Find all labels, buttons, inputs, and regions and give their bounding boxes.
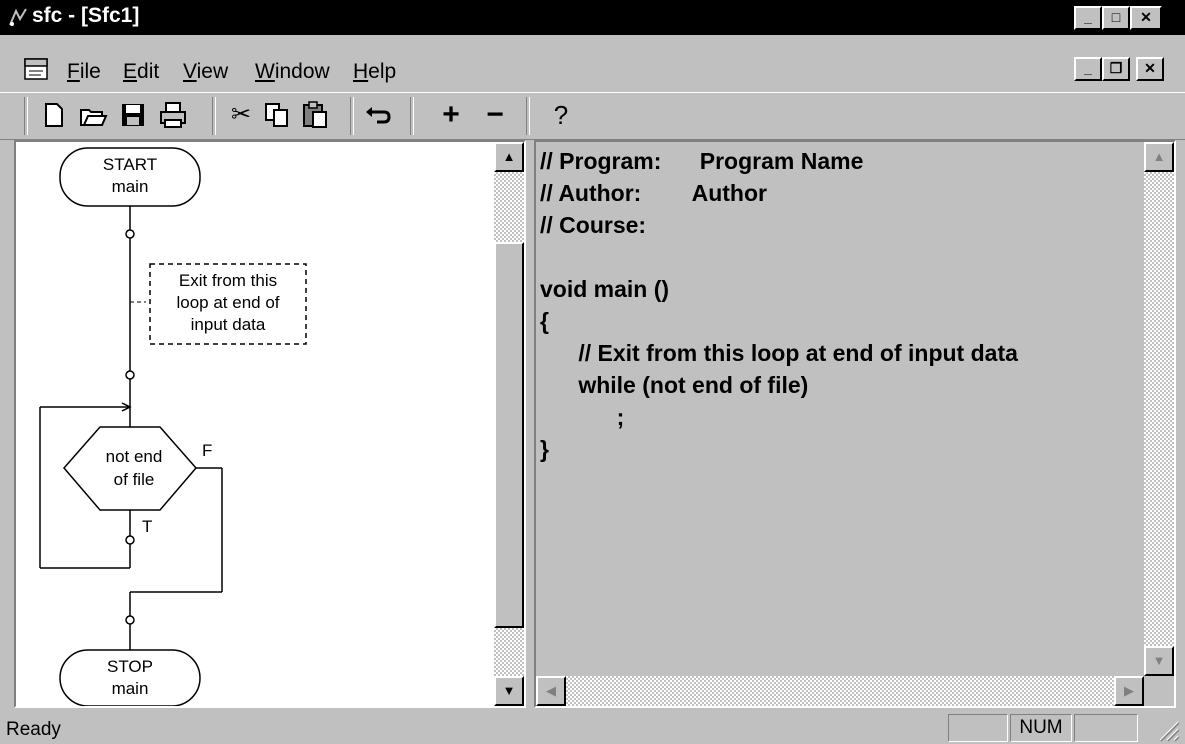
cut-icon[interactable]: ✂ xyxy=(226,100,256,130)
false-branch-label: F xyxy=(202,441,212,460)
open-folder-icon[interactable] xyxy=(78,100,108,130)
code-line[interactable]: void main () xyxy=(540,276,669,303)
decision-label: not end xyxy=(106,447,163,466)
connector-dot xyxy=(125,370,135,380)
stop-label: STOP xyxy=(107,657,153,676)
scroll-thumb[interactable] xyxy=(494,242,524,628)
print-icon[interactable] xyxy=(158,100,188,130)
scroll-up-button[interactable]: ▲ xyxy=(494,142,524,172)
app-minimize-button[interactable]: _ xyxy=(1074,6,1102,30)
paste-icon[interactable] xyxy=(300,100,330,130)
scroll-left-button[interactable]: ◀ xyxy=(536,676,566,706)
help-icon[interactable]: ? xyxy=(546,100,576,130)
minus-icon[interactable]: − xyxy=(480,100,510,130)
app-icon[interactable] xyxy=(6,5,30,29)
undo-icon[interactable] xyxy=(364,100,394,130)
code-line[interactable]: // Exit from this loop at end of input d… xyxy=(540,340,1018,367)
doc-close-button[interactable]: ✕ xyxy=(1136,57,1164,81)
status-panel-scroll xyxy=(1074,714,1138,742)
app-maximize-button[interactable]: □ xyxy=(1102,6,1130,30)
code-line[interactable]: { xyxy=(540,308,549,335)
copy-icon[interactable] xyxy=(262,100,292,130)
code-editor-pane[interactable]: // Program: Program Name // Author: Auth… xyxy=(534,140,1176,708)
status-panel-num: NUM xyxy=(1010,714,1072,742)
decision-label: of file xyxy=(114,470,155,489)
code-line[interactable]: // Course: xyxy=(540,212,646,239)
connector-dot xyxy=(125,535,135,545)
toolbar-separator xyxy=(410,97,414,135)
toolbar-grip xyxy=(24,97,28,135)
scroll-up-button[interactable]: ▲ xyxy=(1144,142,1174,172)
app-close-button[interactable]: ✕ xyxy=(1130,6,1162,30)
document-icon[interactable] xyxy=(24,58,48,82)
scroll-down-button[interactable]: ▼ xyxy=(1144,646,1174,676)
doc-minimize-button[interactable]: _ xyxy=(1074,57,1102,81)
connector-dot xyxy=(125,615,135,625)
status-text: Ready xyxy=(6,719,61,740)
toolbar-separator xyxy=(212,97,216,135)
code-vertical-scrollbar[interactable]: ▲ ▼ xyxy=(1144,142,1174,676)
status-panel-caps xyxy=(948,714,1008,742)
code-line[interactable]: // Program: Program Name xyxy=(540,148,863,175)
start-label: main xyxy=(112,177,149,196)
flowchart-vertical-scrollbar[interactable]: ▲ ▼ xyxy=(494,142,524,706)
window-title: sfc - [Sfc1] xyxy=(32,4,140,27)
new-file-icon[interactable] xyxy=(38,100,68,130)
scrollbar-corner xyxy=(1144,676,1174,706)
plus-icon[interactable]: + xyxy=(436,100,466,130)
toolbar-separator xyxy=(350,97,354,135)
code-line[interactable]: ; xyxy=(540,404,625,431)
comment-text: Exit from this xyxy=(179,271,277,290)
menu-view[interactable]: View xyxy=(183,60,228,84)
comment-text: loop at end of xyxy=(176,293,279,312)
toolbar-separator xyxy=(526,97,530,135)
doc-restore-button[interactable]: ❐ xyxy=(1102,57,1130,81)
menu-help[interactable]: Help xyxy=(353,60,396,84)
code-line[interactable]: // Author: Author xyxy=(540,180,767,207)
menu-edit[interactable]: Edit xyxy=(123,60,159,84)
code-line[interactable]: while (not end of file) xyxy=(540,372,808,399)
flowchart-pane[interactable]: START main Exit from this loop at end of… xyxy=(14,140,526,708)
menu-file[interactable]: File xyxy=(67,60,101,84)
menu-window[interactable]: Window xyxy=(255,60,330,84)
scroll-down-button[interactable]: ▼ xyxy=(494,676,524,706)
resize-grip-icon[interactable] xyxy=(1152,716,1180,742)
decision-hexagon xyxy=(63,426,197,511)
true-branch-label: T xyxy=(142,517,152,536)
code-horizontal-scrollbar[interactable]: ◀ ▶ xyxy=(536,676,1144,706)
flowchart-canvas: START main Exit from this loop at end of… xyxy=(39,147,307,706)
save-icon[interactable] xyxy=(118,100,148,130)
comment-text: input data xyxy=(191,315,266,334)
connector-dot xyxy=(125,229,135,239)
stop-label: main xyxy=(112,679,149,698)
menu-bar xyxy=(0,37,1185,85)
title-bar[interactable] xyxy=(0,0,1185,35)
scroll-right-button[interactable]: ▶ xyxy=(1114,676,1144,706)
start-label: START xyxy=(103,155,157,174)
code-line[interactable]: } xyxy=(540,436,549,463)
